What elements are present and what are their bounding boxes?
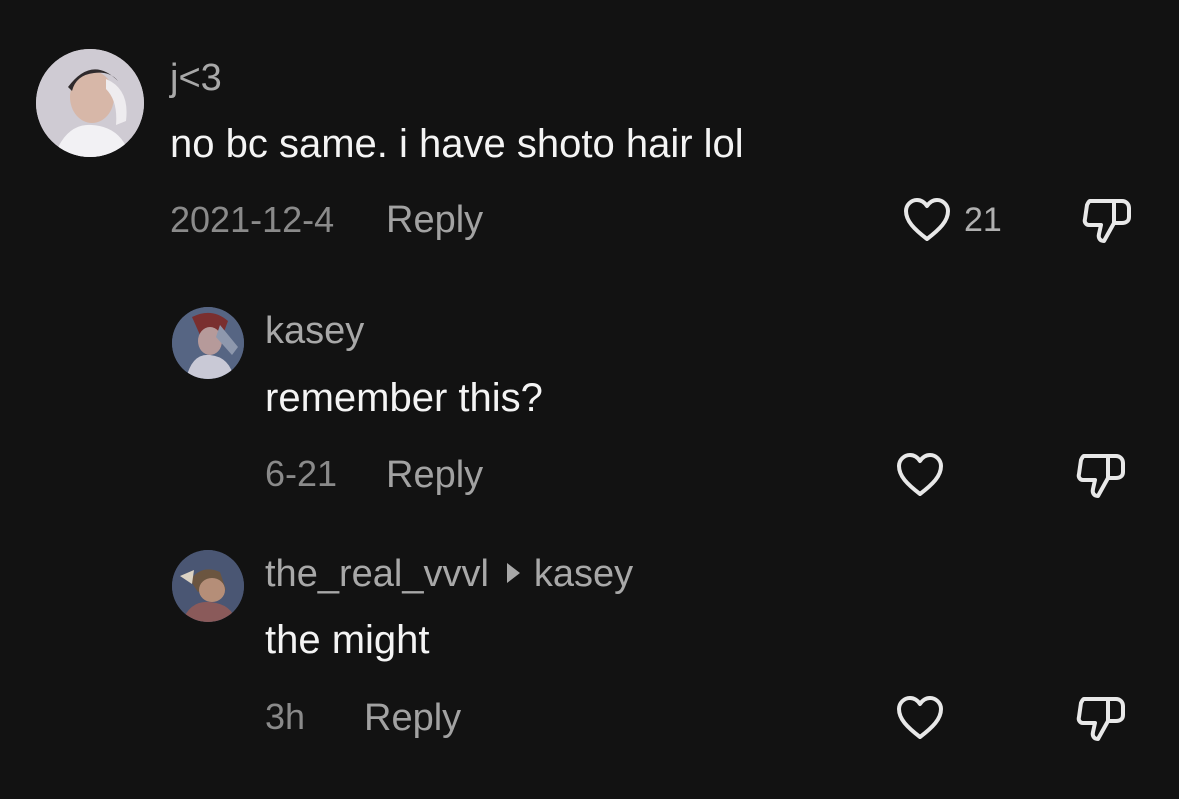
like-button[interactable]: 21 xyxy=(902,197,1002,243)
dislike-button[interactable] xyxy=(1074,448,1128,507)
reply-button[interactable]: Reply xyxy=(386,201,483,239)
comment-username[interactable]: j<3 xyxy=(170,59,222,97)
comment-text: remember this? xyxy=(265,376,543,420)
dislike-button[interactable] xyxy=(1080,193,1134,252)
dislike-button[interactable] xyxy=(1074,691,1128,750)
comment-date: 3h xyxy=(265,696,306,737)
comment-username[interactable]: kasey xyxy=(265,312,364,350)
comment-username-author[interactable]: the_real_vvvl xyxy=(265,553,489,595)
avatar[interactable] xyxy=(172,550,244,622)
reply-button[interactable]: Reply xyxy=(386,456,483,494)
heart-outline-icon xyxy=(897,696,943,739)
avatar-image xyxy=(172,307,244,379)
avatar-image xyxy=(172,550,244,622)
avatar[interactable] xyxy=(172,307,244,379)
reply-to-username[interactable]: kasey xyxy=(534,553,633,595)
comment-username: the_real_vvvl kasey xyxy=(265,555,633,593)
heart-outline-icon xyxy=(897,453,943,496)
comment-date: 6-21 xyxy=(265,453,338,494)
comment-date: 2021-12-4 xyxy=(170,199,335,240)
like-button[interactable] xyxy=(895,695,945,741)
comment-text: no bc same. i have shoto hair lol xyxy=(170,122,744,166)
avatar[interactable] xyxy=(36,49,144,157)
thumbs-down-outline-icon xyxy=(1076,697,1125,741)
thumbs-down-outline-icon xyxy=(1076,454,1125,498)
reply-button[interactable]: Reply xyxy=(364,699,461,737)
like-count: 21 xyxy=(964,201,1002,239)
triangle-right-icon xyxy=(506,562,520,583)
heart-outline-icon xyxy=(904,198,950,241)
thumbs-down-outline-icon xyxy=(1082,199,1131,243)
like-button[interactable] xyxy=(895,452,945,498)
comment-text: the might xyxy=(265,618,430,662)
avatar-image xyxy=(36,49,144,157)
